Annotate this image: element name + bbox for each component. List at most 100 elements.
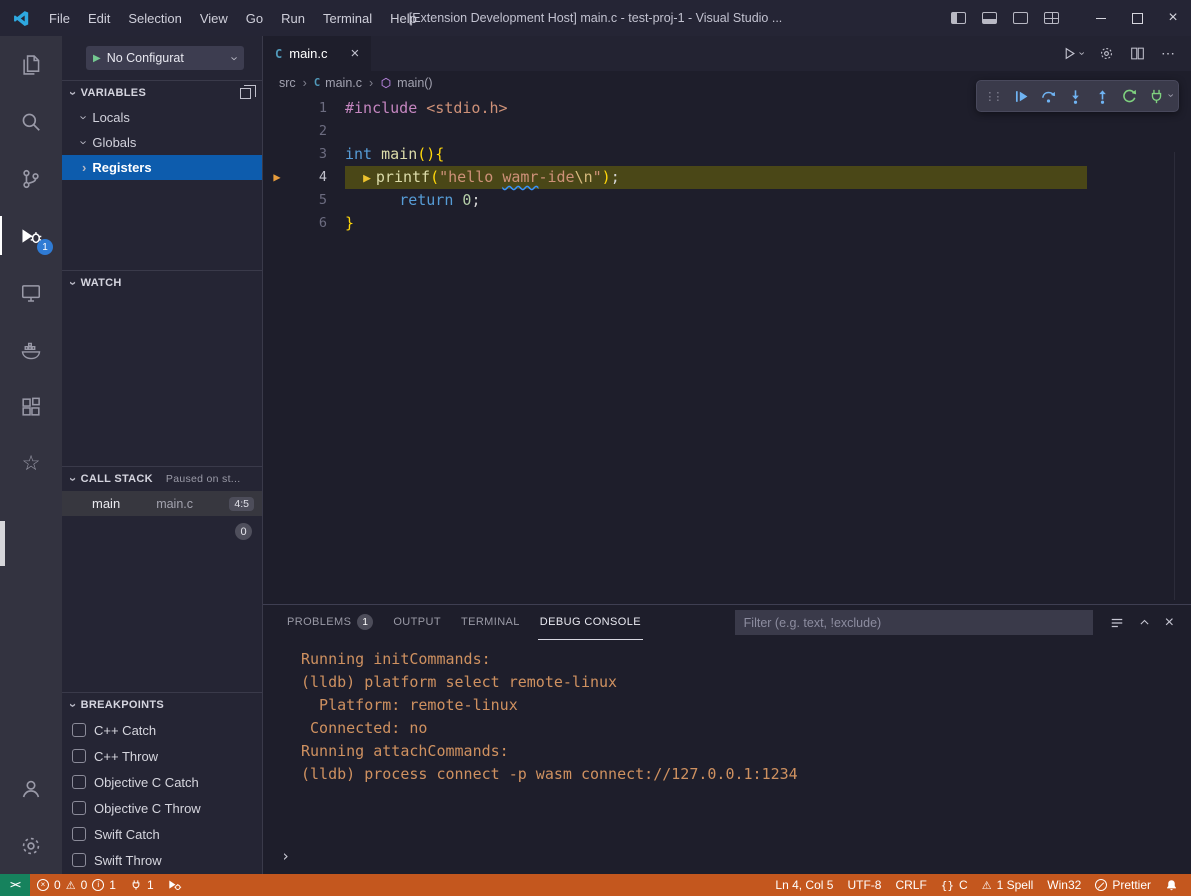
explorer-icon[interactable] [0,36,62,93]
glyph-margin[interactable] [263,97,291,120]
close-tab-icon[interactable]: × [351,45,360,62]
status-line-col[interactable]: Ln 4, Col 5 [768,874,840,896]
debug-console[interactable]: Running initCommands:(lldb) platform sel… [263,640,1191,874]
console-output: Running initCommands:(lldb) platform sel… [301,648,1191,786]
breakpoint-item[interactable]: C++ Throw [62,743,262,769]
breadcrumb-symbol[interactable]: main() [380,76,432,90]
breakpoint-item[interactable]: Objective C Throw [62,795,262,821]
menu-edit[interactable]: Edit [79,7,119,30]
tab-output[interactable]: OUTPUT [391,605,443,640]
menu-view[interactable]: View [191,7,237,30]
debug-toolbar: ⋮⋮ [976,80,1179,112]
status-ports[interactable]: 1 [123,874,161,896]
breakpoint-checkbox[interactable] [72,827,86,841]
breadcrumb-src[interactable]: src [279,76,296,90]
variables-item-registers[interactable]: › Registers [62,155,262,180]
breakpoint-item[interactable]: Objective C Catch [62,769,262,795]
breakpoint-checkbox[interactable] [72,801,86,815]
step-out-button[interactable] [1089,83,1116,109]
more-actions-icon[interactable]: ⋯ [1153,45,1183,62]
glyph-margin[interactable] [263,189,291,212]
variables-header[interactable]: › VARIABLES [62,81,262,105]
code-editor[interactable]: 1#include <stdio.h>23int main(){4 printf… [263,94,1191,604]
editor-scrollbar[interactable] [1174,152,1175,600]
editor-settings-gear-icon[interactable] [1091,46,1122,61]
menu-go[interactable]: Go [237,7,272,30]
status-eol[interactable]: CRLF [888,874,933,896]
debug-configuration-dropdown[interactable]: ▶ No Configurat › [86,46,244,70]
breadcrumb-file[interactable]: C main.c [314,76,362,90]
star-extension-icon[interactable]: ☆ [0,435,62,492]
drag-handle-icon[interactable]: ⋮⋮ [982,90,1008,103]
menu-file[interactable]: File [40,7,79,30]
menu-terminal[interactable]: Terminal [314,7,381,30]
tab-debug-console[interactable]: DEBUG CONSOLE [538,605,643,640]
maximize-panel-icon[interactable] [1131,613,1158,632]
tab-problems[interactable]: PROBLEMS 1 [285,605,375,640]
status-problems[interactable]: × 0 ⚠ 0 i 1 [30,874,123,896]
extensions-icon[interactable] [0,378,62,435]
status-spell[interactable]: ⚠ 1 Spell [975,874,1041,896]
breakpoints-header[interactable]: › BREAKPOINTS [62,693,262,717]
console-filter-input[interactable] [735,610,1093,635]
search-icon[interactable] [0,93,62,150]
settings-gear-icon[interactable] [0,817,62,874]
tab-terminal[interactable]: TERMINAL [459,605,522,640]
console-options-icon[interactable] [1103,613,1131,633]
glyph-margin[interactable] [263,212,291,235]
breakpoint-checkbox[interactable] [72,749,86,763]
symbol-method-icon [380,77,392,89]
step-over-button[interactable] [1035,83,1062,109]
remote-explorer-icon[interactable] [0,264,62,321]
toggle-secondary-sidebar-icon[interactable] [1013,12,1028,24]
glyph-margin[interactable] [263,143,291,166]
chevron-down-icon[interactable]: › [1165,93,1176,99]
code-token: ; [471,191,480,209]
continue-button[interactable] [1008,83,1035,109]
status-notifications[interactable] [1158,874,1185,896]
tab-main-c[interactable]: C main.c × [263,36,371,71]
docker-icon[interactable] [0,321,62,378]
close-panel-icon[interactable]: × [1158,611,1181,635]
maximize-button[interactable] [1119,0,1155,36]
editor-group: C main.c × › [262,36,1191,874]
remote-indicator[interactable]: >< [0,874,30,896]
run-and-debug-icon[interactable]: 1 [0,207,62,264]
minimize-button[interactable] [1083,0,1119,36]
stack-frame-row[interactable]: main main.c 4:5 [62,491,262,516]
run-or-debug-button[interactable]: › [1054,46,1091,61]
variables-item-locals[interactable]: › Locals [62,105,262,130]
breakpoint-item[interactable]: Swift Throw [62,847,262,873]
toggle-panel-icon[interactable] [982,12,997,24]
breakpoint-item[interactable]: C++ Catch [62,717,262,743]
close-button[interactable]: × [1155,0,1191,36]
accounts-icon[interactable] [0,760,62,817]
variables-item-globals[interactable]: › Globals [62,130,262,155]
menu-selection[interactable]: Selection [119,7,190,30]
status-language[interactable]: {} C [934,874,975,896]
status-encoding[interactable]: UTF-8 [840,874,888,896]
breakpoint-item[interactable]: Swift Catch [62,821,262,847]
status-debug[interactable] [161,874,189,896]
restart-button[interactable] [1116,83,1143,109]
copy-value-icon[interactable] [240,88,251,99]
status-platform[interactable]: Win32 [1040,874,1088,896]
spell-text: 1 Spell [997,878,1034,892]
step-into-button[interactable] [1062,83,1089,109]
glyph-margin[interactable] [263,120,291,143]
toggle-sidebar-icon[interactable] [951,12,966,24]
menu-run[interactable]: Run [272,7,314,30]
customize-layout-icon[interactable] [1044,12,1059,24]
console-input-prompt[interactable]: › [281,847,290,865]
breakpoint-checkbox[interactable] [72,775,86,789]
source-control-icon[interactable] [0,150,62,207]
watch-header[interactable]: › WATCH [62,271,262,295]
split-editor-icon[interactable] [1122,46,1153,61]
breakpoint-checkbox[interactable] [72,853,86,867]
breakpoint-checkbox[interactable] [72,723,86,737]
code-token: main [381,145,417,163]
status-prettier[interactable]: Prettier [1088,874,1158,896]
code-token: wamr [502,168,538,186]
debug-current-line-arrow-icon[interactable] [263,166,291,189]
call-stack-header[interactable]: › CALL STACK Paused on st... [62,467,262,491]
